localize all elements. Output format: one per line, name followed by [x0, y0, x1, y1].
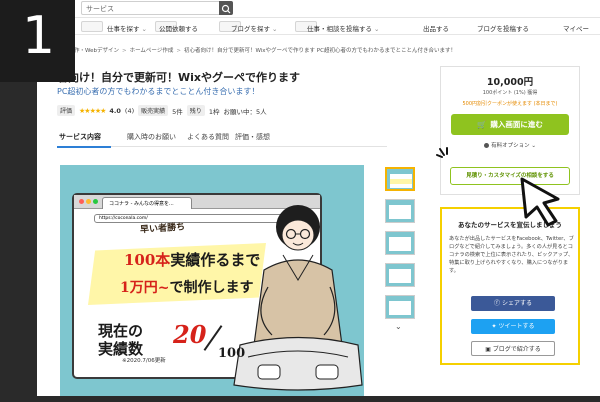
- top-header: サービス: [37, 0, 600, 18]
- promo-line-2: 1万円~で制作します: [120, 280, 254, 296]
- service-meta: 評価 ★★★★★ 4.0 (4) 販売実績 5件 残り 1枠 お願い中：5人: [57, 105, 267, 116]
- pointer-cursor-icon: [520, 177, 560, 227]
- nav-item-sell[interactable]: 出品する: [423, 23, 449, 33]
- browser-tab-text: ココナラ - みんなの得意を...: [102, 197, 192, 209]
- record-date: ※2020.7/06更新: [122, 358, 166, 364]
- points-text: 100ポイント (1%) 獲得: [482, 90, 538, 96]
- gallery-thumbnail[interactable]: [385, 231, 415, 255]
- sales-label: 販売実績: [138, 105, 169, 116]
- active-tab-indicator: [57, 146, 111, 148]
- gallery-thumbnail[interactable]: [385, 295, 415, 319]
- record-count: 20: [173, 320, 207, 349]
- step-number: 1: [22, 6, 56, 66]
- price: 10,000円: [486, 77, 534, 88]
- tab-reviews[interactable]: 評価・感想: [235, 132, 270, 142]
- rating-value: 4.0: [109, 106, 121, 115]
- search-input[interactable]: サービス: [81, 1, 231, 15]
- purchase-button[interactable]: 🛒 購入画面に進む: [451, 114, 569, 135]
- browser-dot: [79, 199, 84, 204]
- gallery-thumbnail[interactable]: [385, 199, 415, 223]
- nav-item-post-job[interactable]: 仕事・相談を投稿する ⌄: [307, 23, 379, 33]
- search-icon: [221, 4, 231, 14]
- step-badge: 1: [0, 0, 75, 82]
- page: サービス 仕事を探す ⌄ 公開依頼する ブログを探す ⌄ 仕事・相談を投稿する ⌄ 出…: [37, 0, 600, 396]
- paid-option-link[interactable]: 有料オプション ⌄: [441, 141, 579, 149]
- requests-count: お願い中：5人: [223, 107, 267, 116]
- nav-icon-box: [81, 21, 103, 32]
- share-description: あなたが出品したサービスをFacebook、Twitter、ブログなどで紹介して…: [449, 236, 574, 275]
- tab-purchase-notes[interactable]: 購入時のお願い: [127, 132, 176, 142]
- main-nav: 仕事を探す ⌄ 公開依頼する ブログを探す ⌄ 仕事・相談を投稿する ⌄ 出品する ブ…: [37, 18, 600, 35]
- promo-line-1: 100本実績作るまで: [124, 251, 261, 269]
- service-tabs: サービス内容 購入時のお願い よくある質問 評価・感想: [57, 129, 387, 147]
- breadcrumb-item[interactable]: ホームページ作成: [130, 48, 174, 54]
- share-promo-box: あなたのサービスを宣伝しましょう あなたが出品したサービスをFacebook、T…: [440, 207, 580, 365]
- page-subtitle: PC超初心者の方でもわかるまでとことん付き合います！: [57, 87, 260, 96]
- sales-value: 5件: [172, 107, 183, 116]
- star-rating-icon: ★★★★★: [79, 106, 106, 115]
- page-title: 者向け！自分で更新可！Wixやグーペで作ります: [57, 71, 300, 84]
- coupon-text[interactable]: 500円割引クーポンが使えます (本日まで): [441, 100, 579, 107]
- blog-share-button[interactable]: ▣ ブログで紹介する: [471, 341, 555, 356]
- tab-faq[interactable]: よくある質問: [187, 132, 229, 142]
- gallery-thumbnail[interactable]: [385, 167, 415, 191]
- twitter-share-button[interactable]: ✦ ツイートする: [471, 319, 555, 334]
- nav-item-mypage[interactable]: マイペー: [563, 23, 589, 33]
- nav-item-find-work[interactable]: 仕事を探す ⌄: [107, 23, 147, 33]
- rating-label: 評価: [57, 105, 76, 116]
- facebook-icon: ⓕ: [494, 300, 502, 307]
- remaining-label: 残り: [186, 105, 205, 116]
- blog-icon: ▣: [485, 346, 493, 353]
- thumbnail-scroll-down-icon[interactable]: ⌄: [395, 322, 402, 331]
- nav-item-public-request[interactable]: 公開依頼する: [159, 23, 198, 33]
- breadcrumb: Webサイト制作・Webデザイン > ホームページ作成 > 初心者向け！自分で更新可！W…: [40, 48, 456, 54]
- remaining-value: 1枠: [208, 107, 220, 116]
- sparkle-icon: [436, 147, 448, 158]
- breadcrumb-current: 初心者向け！自分で更新可！Wixやグーペで作ります PC超初心者の方でもわかるま…: [183, 48, 456, 54]
- service-main-image[interactable]: ココナラ - みんなの得意を... https://coconala.com/ …: [60, 165, 364, 396]
- nav-item-find-blog[interactable]: ブログを探す ⌄: [231, 23, 277, 33]
- browser-dot: [93, 199, 98, 204]
- record-total: 100: [218, 346, 246, 361]
- chevron-down-icon: ⌄: [531, 143, 536, 149]
- nav-item-post-blog[interactable]: ブログを投稿する: [477, 23, 529, 33]
- tab-service-content[interactable]: サービス内容: [59, 132, 101, 142]
- gallery-thumbnail[interactable]: [385, 263, 415, 287]
- search-button[interactable]: [219, 1, 233, 15]
- option-icon: [484, 143, 490, 148]
- rating-count[interactable]: (4): [125, 107, 134, 115]
- browser-dot: [86, 199, 91, 204]
- cart-icon: 🛒: [477, 120, 487, 129]
- facebook-share-button[interactable]: ⓕ シェアする: [471, 296, 555, 311]
